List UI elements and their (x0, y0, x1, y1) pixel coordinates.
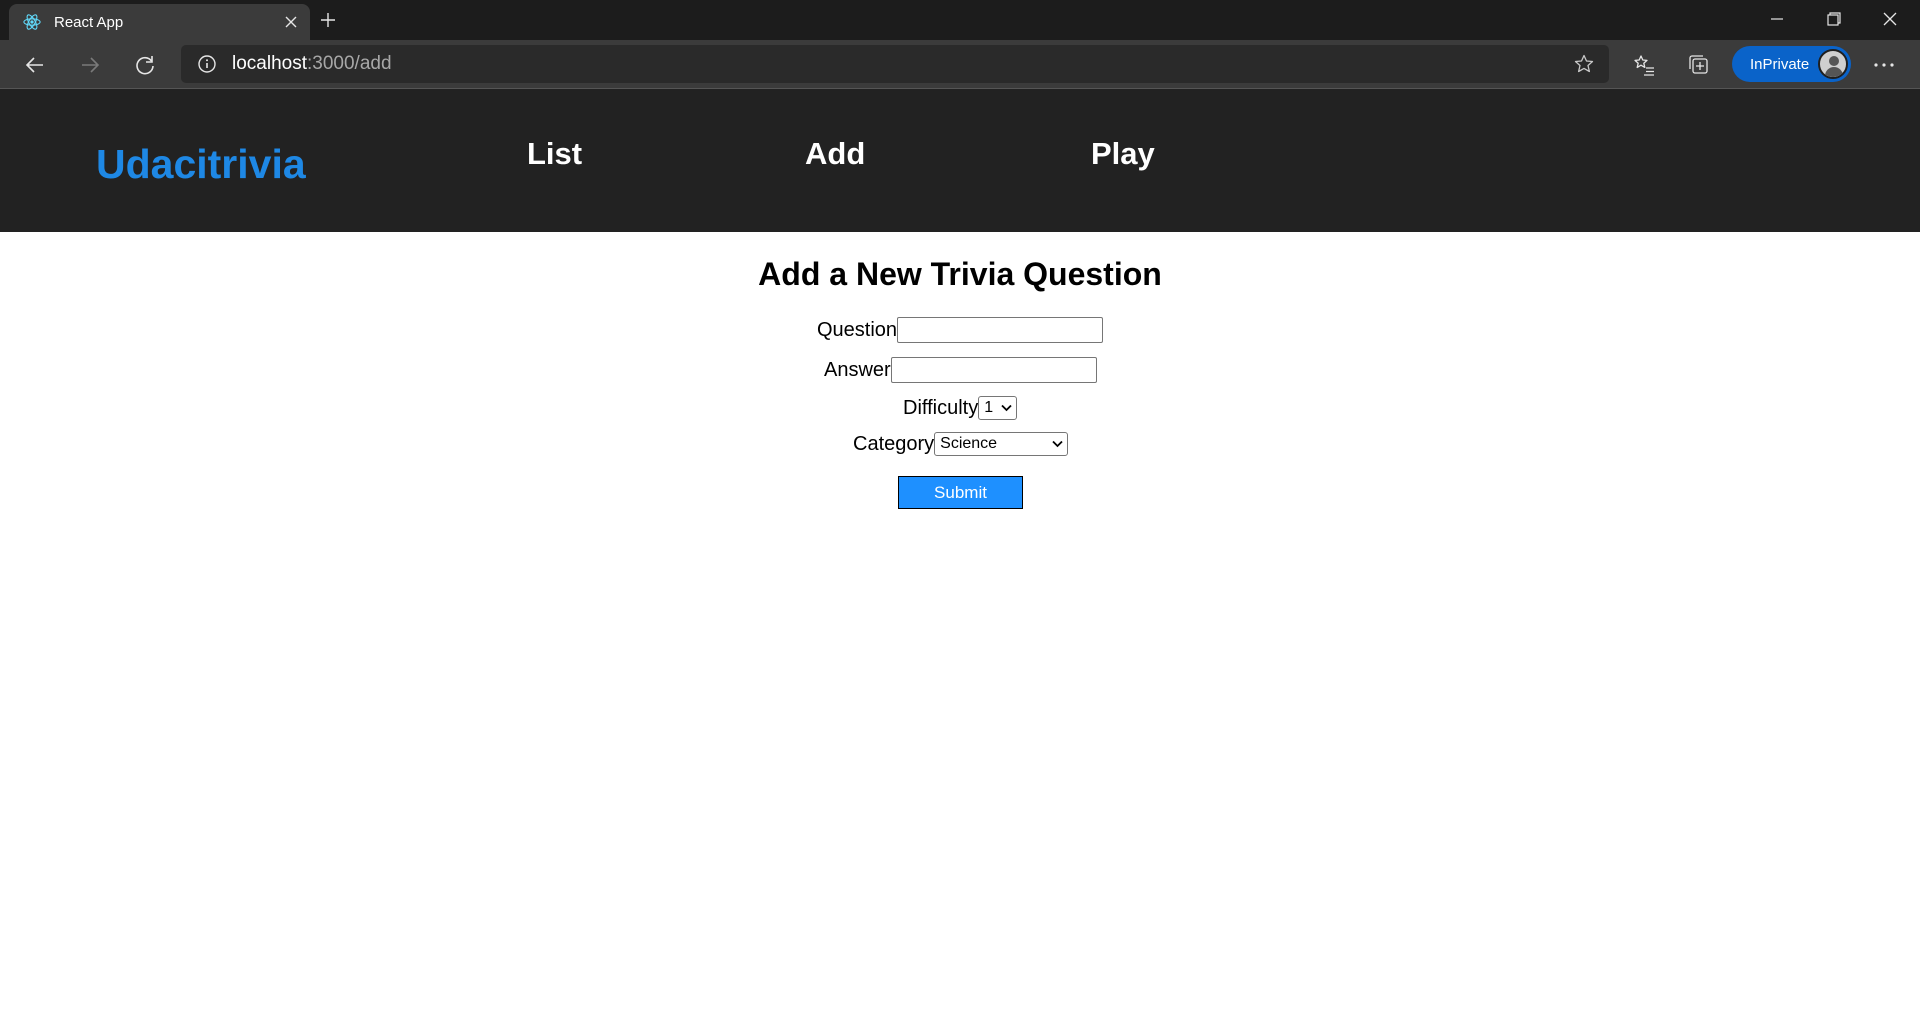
chevron-down-icon (1001, 399, 1012, 417)
tab-close-icon[interactable] (282, 13, 300, 31)
category-row: Category Science (853, 432, 1069, 456)
url-text[interactable]: localhost:3000/add (232, 53, 392, 75)
difficulty-row: Difficulty 1 (903, 396, 1018, 420)
answer-input[interactable] (890, 357, 1097, 383)
new-tab-plus-icon[interactable] (316, 8, 340, 32)
tab-title: React App (54, 13, 124, 31)
nav-add[interactable]: Add (805, 136, 865, 172)
forward-arrow-icon[interactable] (72, 47, 108, 83)
inprivate-label: InPrivate (1750, 55, 1810, 73)
difficulty-value: 1 (984, 399, 994, 416)
difficulty-select[interactable]: 1 (978, 396, 1018, 420)
answer-label: Answer (824, 358, 891, 381)
category-select[interactable]: Science (934, 432, 1069, 456)
favorites-list-icon[interactable] (1626, 47, 1662, 83)
category-value: Science (940, 435, 998, 452)
submit-button[interactable]: Submit (898, 476, 1023, 509)
window-close-icon[interactable] (1862, 0, 1918, 38)
inprivate-button[interactable]: InPrivate (1732, 46, 1851, 82)
collections-icon[interactable] (1681, 47, 1717, 83)
restore-icon[interactable] (1806, 0, 1862, 38)
info-icon[interactable] (196, 53, 218, 75)
nav-list[interactable]: List (527, 136, 582, 172)
nav-play[interactable]: Play (1091, 136, 1155, 172)
address-bar[interactable]: localhost:3000/add (181, 45, 1609, 83)
question-row: Question (817, 317, 1104, 343)
app-header: Udacitrivia List Add Play (0, 89, 1920, 232)
react-icon (22, 12, 42, 32)
url-path: :3000/add (307, 53, 392, 74)
page-title: Add a New Trivia Question (758, 256, 1162, 292)
more-icon[interactable] (1866, 47, 1902, 83)
star-icon[interactable] (1573, 53, 1595, 75)
browser-tab-bar: React App (0, 0, 1920, 40)
browser-toolbar: localhost:3000/add InPrivate (0, 40, 1920, 89)
brand-logo[interactable]: Udacitrivia (96, 141, 306, 188)
chevron-down-icon (1052, 435, 1063, 453)
question-label: Question (817, 318, 898, 341)
back-arrow-icon[interactable] (17, 47, 53, 83)
browser-tab[interactable]: React App (9, 4, 310, 40)
avatar (1818, 49, 1848, 79)
answer-row: Answer (824, 357, 1097, 383)
url-host: localhost (232, 53, 307, 74)
minimize-icon[interactable] (1749, 0, 1805, 38)
category-label: Category (853, 432, 935, 455)
question-input[interactable] (897, 317, 1104, 343)
difficulty-label: Difficulty (903, 396, 979, 419)
refresh-icon[interactable] (127, 47, 163, 83)
